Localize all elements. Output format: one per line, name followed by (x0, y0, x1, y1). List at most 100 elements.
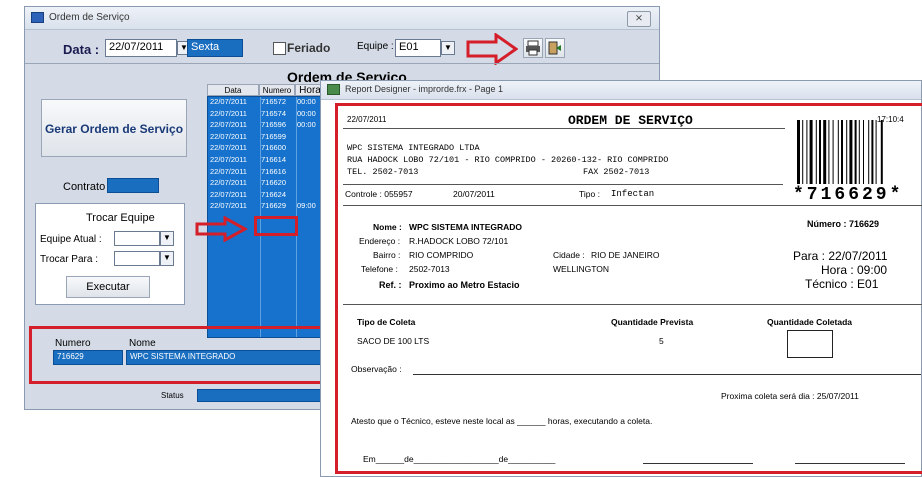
numero-header: Numero (55, 338, 91, 349)
ref-value: Proximo ao Metro Estacio (409, 280, 520, 290)
barcode-bar (837, 120, 839, 184)
status-field (197, 389, 321, 402)
report-designer-window: Report Designer - improrde.frx - Page 1 … (320, 80, 922, 477)
trocar-para-label: Trocar Para : (40, 254, 98, 265)
red-arrow-icon (466, 33, 518, 65)
grid-cell-data: 22/07/2011 (210, 97, 247, 106)
exit-button[interactable] (545, 38, 565, 58)
grid-cell-numero: 716572 (261, 97, 287, 106)
barcode-bar (797, 120, 800, 184)
report-title: ORDEM DE SERVIÇO (568, 113, 693, 128)
grid-cell-hora: 00:00 (297, 108, 316, 118)
selected-numero-field[interactable]: 716629 (53, 350, 123, 365)
report-window-title: Report Designer - improrde.frx - Page 1 (345, 84, 504, 94)
signature-line-2 (795, 463, 905, 464)
tecnico-text: Técnico : E01 (805, 277, 879, 291)
grid-cell-numero: 716624 (261, 189, 287, 199)
grid-cell-hora: 09:00 (297, 201, 316, 211)
observacao-line (413, 374, 921, 375)
selected-numero-value: 716629 (57, 352, 84, 361)
grid-header-data[interactable]: Data (207, 84, 259, 96)
weekday-value: Sexta (191, 41, 220, 53)
signature-line-1 (643, 463, 753, 464)
window-title: Ordem de Serviço (49, 12, 130, 23)
weekday-field: Sexta (187, 39, 243, 57)
toolbar-divider (25, 63, 659, 64)
print-button[interactable] (523, 38, 543, 58)
trocar-para-select[interactable] (114, 251, 160, 266)
grid-cell-numero: 716614 (261, 155, 287, 164)
grid-cell-hora: 00:00 (297, 120, 316, 130)
bairro-value: RIO COMPRIDO (409, 250, 474, 260)
barcode-bar (819, 120, 821, 184)
close-button[interactable]: ⨯ (627, 11, 651, 27)
barcode-bar (871, 120, 874, 184)
company-address: RUA HADOCK LOBO 72/101 - RIO COMPRIDO - … (347, 155, 669, 165)
col-coletada-header: Quantidade Coletada (767, 317, 853, 327)
gerar-ordem-button[interactable]: Gerar Ordem de Serviço (41, 99, 187, 157)
grid-cell-numero: 716574 (261, 108, 287, 118)
para-text: Para : 22/07/2011 (793, 249, 888, 263)
controle-top-rule (343, 184, 783, 185)
barcode-bar (841, 120, 843, 184)
date-value: 22/07/2011 (109, 41, 164, 53)
cidade-label: Cidade : (553, 250, 585, 260)
grid-cell-numero: 716629 (261, 201, 287, 211)
selected-nome-value: WPC SISTEMA INTEGRADO (130, 352, 236, 361)
barcode-bar (806, 120, 808, 184)
trocar-equipe-title: Trocar Equipe (86, 212, 155, 224)
nome-label: Nome : (373, 222, 402, 232)
date-field[interactable]: 22/07/2011 (105, 39, 177, 57)
ref-label: Ref. : (379, 280, 402, 290)
selected-nome-field[interactable]: WPC SISTEMA INTEGRADO (126, 350, 326, 365)
equipe-select[interactable]: E01 (395, 39, 441, 57)
tipo-label: Tipo : (579, 189, 600, 199)
col-tipo-header: Tipo de Coleta (357, 317, 416, 327)
barcode-bar (823, 120, 827, 184)
company-tel: TEL. 2502-7013 (347, 167, 419, 177)
equipe-atual-select[interactable] (114, 231, 160, 246)
endereco-value: R.HADOCK LOBO 72/101 (409, 236, 509, 246)
tipo-value: Infectan (611, 189, 655, 199)
title-bar: Ordem de Serviço ⨯ (25, 7, 659, 30)
equipe-dropdown-button[interactable]: ▼ (441, 41, 455, 55)
barcode-bar (832, 120, 834, 184)
contrato-label: Contrato (63, 181, 106, 193)
bairro-label: Bairro : (373, 250, 401, 260)
executar-button[interactable]: Executar (66, 276, 150, 298)
exit-door-icon (548, 41, 561, 55)
barcode-bar (854, 120, 857, 184)
item-tipo: SACO DE 100 LTS (357, 336, 430, 346)
grid-cell-data: 22/07/2011 (210, 143, 247, 153)
item-qtd: 5 (659, 336, 664, 346)
client-bottom-rule (343, 304, 922, 305)
grid-cell-numero: 716596 (261, 120, 287, 130)
report-app-icon (327, 84, 340, 95)
barcode-text: *716629* (793, 185, 904, 205)
controle-text: Controle : 055957 (345, 189, 413, 199)
report-title-bar: Report Designer - improrde.frx - Page 1 (321, 81, 921, 100)
barcode-bar (802, 120, 804, 184)
contrato-field[interactable] (107, 178, 159, 193)
grid-cell-data: 22/07/2011 (210, 155, 247, 164)
app-icon (31, 12, 44, 23)
equipe-atual-dropdown-button[interactable]: ▼ (160, 231, 174, 246)
cidade-value: RIO DE JANEIRO (591, 250, 660, 260)
feriado-checkbox[interactable] (273, 42, 286, 55)
trocar-para-dropdown-button[interactable]: ▼ (160, 251, 174, 266)
col-prevista-header: Quantidade Prevista (611, 317, 694, 327)
company-fax: FAX 2502-7013 (583, 167, 650, 177)
grid-cell-numero: 716620 (261, 178, 287, 188)
em-date-line: Em______de__________________de__________ (363, 454, 556, 464)
barcode-bar (849, 120, 853, 184)
nome-value: WPC SISTEMA INTEGRADO (409, 222, 523, 232)
grid-header-numero[interactable]: Numero (259, 84, 295, 96)
proxima-coleta: Proxima coleta será dia : 25/07/2011 (721, 391, 859, 401)
printer-icon (526, 40, 540, 56)
company-name: WPC SISTEMA INTEGRADO LTDA (347, 143, 480, 153)
report-date: 22/07/2011 (347, 115, 387, 124)
grid-cell-data: 22/07/2011 (210, 189, 247, 199)
selected-row-highlight (254, 216, 298, 236)
quantidade-coletada-box (787, 330, 833, 358)
grid-cell-numero: 716600 (261, 143, 287, 153)
